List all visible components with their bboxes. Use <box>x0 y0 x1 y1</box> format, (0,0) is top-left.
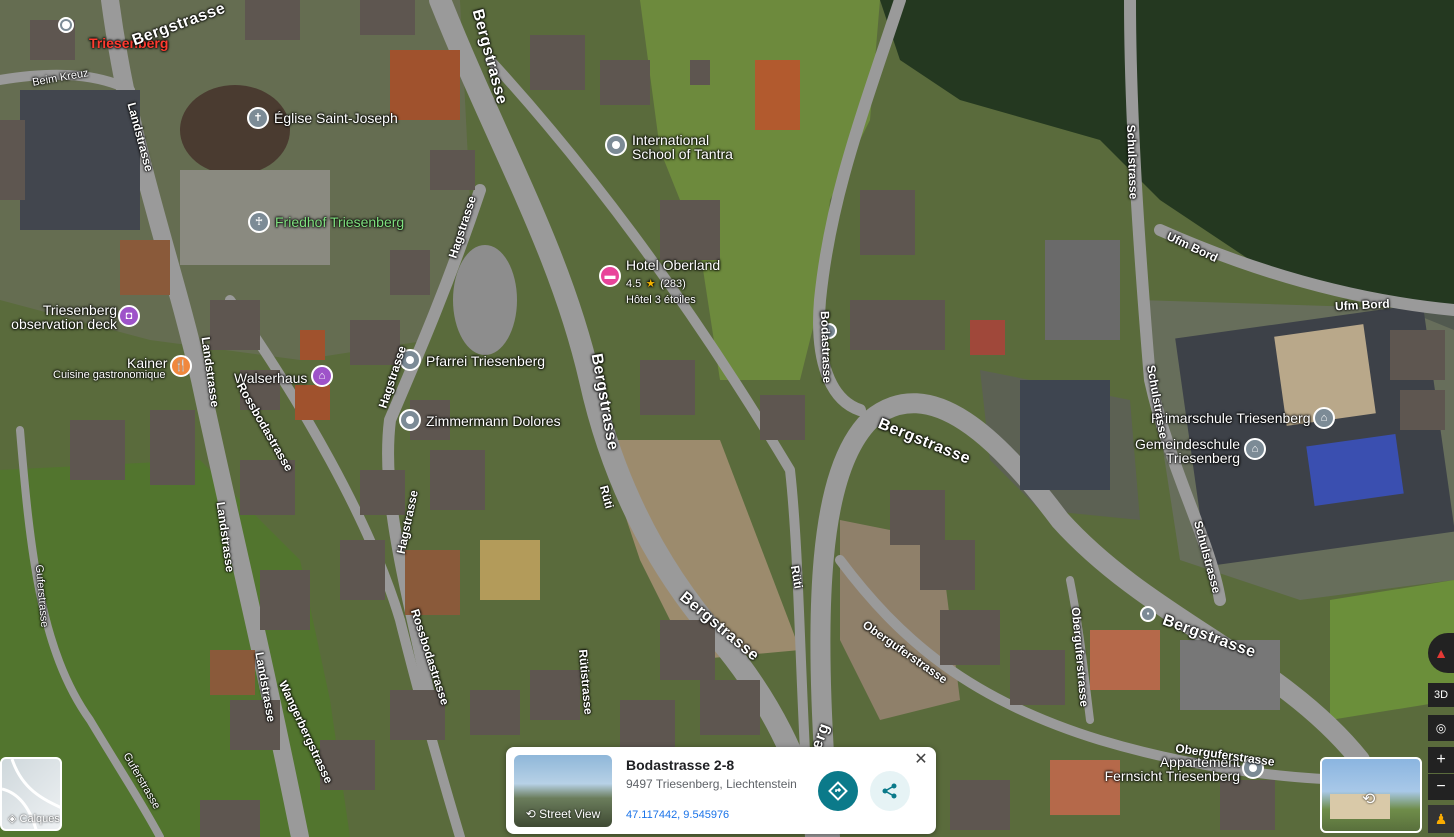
building-shape <box>1330 794 1390 819</box>
street-view-thumbnail[interactable]: ⟲ Street View <box>514 755 612 827</box>
place-label-observation[interactable]: Triesenberg observation deck <box>7 303 117 331</box>
star-icon: ★ <box>645 278 656 290</box>
location-coords[interactable]: 47.117442, 9.545976 <box>626 809 729 821</box>
church-icon[interactable]: ✝ <box>247 107 269 129</box>
bus-stop-icon[interactable] <box>58 17 74 33</box>
street-label-bodastrasse: Bodastrasse <box>817 310 835 384</box>
my-location-button[interactable]: ◎ <box>1428 715 1454 741</box>
hotel-type: Hôtel 3 étoiles <box>626 294 696 306</box>
hotel-info[interactable]: Hotel Oberland 4.5 ★ (283) Hôtel 3 étoil… <box>626 258 720 306</box>
cemetery-icon[interactable]: ♰ <box>248 211 270 233</box>
school-pin-icon[interactable] <box>605 134 627 156</box>
zimmermann-pin-icon[interactable] <box>399 409 421 431</box>
pegman-button[interactable]: ♟ <box>1428 805 1454 833</box>
share-icon <box>882 783 897 799</box>
school-icon-2[interactable]: ⌂ <box>1244 438 1266 460</box>
rotate-icon: ⟲ <box>1362 791 1376 808</box>
my-location-icon: ◎ <box>1435 721 1447 735</box>
share-button[interactable] <box>870 771 910 811</box>
location-info-card[interactable]: ⟲ Street View Bodastrasse 2-8 9497 Tries… <box>506 747 936 834</box>
zoom-out-button[interactable]: − <box>1428 774 1454 800</box>
museum-icon[interactable]: ⌂ <box>311 365 333 387</box>
place-label-intl-school[interactable]: International School of Tantra <box>632 133 742 161</box>
directions-icon <box>828 781 848 801</box>
zoom-in-button[interactable]: + <box>1428 747 1454 773</box>
layers-label: ◈ Calques <box>8 813 60 825</box>
hotel-reviews: (283) <box>660 278 686 290</box>
hotel-name: Hotel Oberland <box>626 257 721 273</box>
location-title: Bodastrasse 2-8 <box>626 757 735 773</box>
place-label-eglise[interactable]: Église Saint-Joseph <box>274 111 398 125</box>
place-label-friedhof[interactable]: Friedhof Triesenberg <box>275 215 404 229</box>
place-label-kainer-sub: Cuisine gastronomique <box>53 369 166 381</box>
street-view-preview[interactable]: ⟲ <box>1320 757 1422 833</box>
hotel-rating: 4.5 <box>626 278 642 290</box>
place-label-kainer[interactable]: Kainer <box>127 356 167 370</box>
compass-icon: ▲ <box>1434 645 1448 661</box>
camera-icon[interactable]: ◘ <box>118 305 140 327</box>
street-label-schulstrasse-1: Schulstrasse <box>1124 124 1141 200</box>
place-label-zimmermann[interactable]: Zimmermann Dolores <box>426 414 561 428</box>
layers-icon: ◈ <box>8 813 17 825</box>
place-label-gemeindeschule[interactable]: Gemeindeschule Triesenberg <box>1120 437 1240 465</box>
hotel-icon[interactable]: ▬ <box>599 265 621 287</box>
street-view-icon: ⟲ <box>525 807 536 821</box>
school-icon[interactable]: ⌂ <box>1313 407 1335 429</box>
place-label-primarschule[interactable]: Primarschule Triesenberg <box>1151 411 1311 425</box>
street-view-label: ⟲ Street View <box>525 807 601 821</box>
3d-button[interactable]: 3D <box>1428 683 1454 707</box>
pegman-icon: ♟ <box>1434 810 1448 827</box>
place-label-pfarrei[interactable]: Pfarrei Triesenberg <box>426 354 545 368</box>
location-address: 9497 Triesenberg, Liechtenstein <box>626 777 797 791</box>
restaurant-icon[interactable]: 🍴 <box>170 355 192 377</box>
directions-button[interactable] <box>818 771 858 811</box>
street-label-ufm-bord-2: Ufm Bord <box>1334 296 1391 314</box>
layers-button[interactable]: ◈ Calques <box>0 757 62 831</box>
bus-stop-icon-2[interactable]: ▪ <box>1140 606 1156 622</box>
close-icon[interactable]: ✕ <box>912 751 930 769</box>
